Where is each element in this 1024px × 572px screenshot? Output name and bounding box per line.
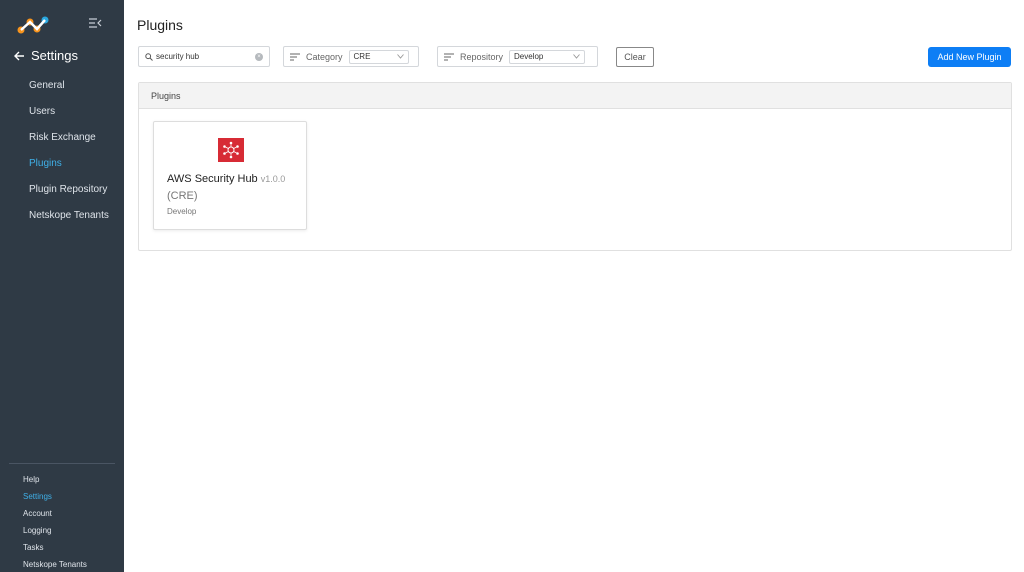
category-value: CRE	[353, 52, 371, 61]
category-select[interactable]: CRE	[348, 49, 409, 64]
sidebar: Settings General Users Risk Exchange Plu…	[0, 0, 124, 572]
clear-search-icon[interactable]: ×	[255, 53, 263, 61]
bottom-item-help[interactable]: Help	[23, 475, 87, 492]
arrow-left-icon	[14, 51, 24, 60]
plugin-name: AWS Security Hub	[167, 173, 258, 185]
sidebar-title: Settings	[31, 48, 78, 63]
bottom-item-netskope-tenants[interactable]: Netskope Tenants	[23, 560, 87, 572]
repository-filter: Repository Develop	[437, 46, 598, 67]
sidebar-item-plugin-repository[interactable]: Plugin Repository	[29, 183, 109, 209]
collapse-menu-icon[interactable]	[88, 17, 102, 29]
sidebar-item-plugins[interactable]: Plugins	[29, 157, 109, 183]
plugin-category: (CRE)	[167, 190, 198, 202]
page-title: Plugins	[137, 17, 183, 33]
bottom-item-logging[interactable]: Logging	[23, 526, 87, 543]
category-label: Category	[306, 51, 343, 62]
clear-filters-button[interactable]: Clear	[616, 47, 654, 67]
repository-label: Repository	[460, 51, 504, 62]
plugin-name-block: AWS Security Hub v1.0.0 (CRE)	[167, 171, 297, 205]
category-filter: Category CRE	[283, 46, 419, 67]
sidebar-item-risk-exchange[interactable]: Risk Exchange	[29, 131, 109, 157]
search-icon	[145, 52, 153, 61]
sidebar-divider	[9, 463, 115, 464]
bottom-item-tasks[interactable]: Tasks	[23, 543, 87, 560]
panel-title: Plugins	[139, 83, 1011, 109]
filter-lines-icon	[290, 53, 300, 60]
search-box[interactable]: ×	[138, 46, 270, 67]
plugin-version: v1.0.0	[260, 174, 286, 184]
sidebar-item-users[interactable]: Users	[29, 105, 109, 131]
search-input[interactable]	[156, 52, 252, 61]
filter-lines-icon	[444, 53, 454, 60]
plugins-panel: Plugins AWS Security Hub v1.0.0 (CRE) De…	[138, 82, 1012, 251]
bottom-item-settings[interactable]: Settings	[23, 492, 87, 509]
chevron-down-icon	[573, 54, 580, 59]
plugin-repository: Develop	[167, 207, 197, 216]
bottom-item-account[interactable]: Account	[23, 509, 87, 526]
repository-select[interactable]: Develop	[509, 49, 586, 64]
netskope-logo-icon	[17, 16, 49, 34]
settings-nav: General Users Risk Exchange Plugins Plug…	[29, 79, 109, 235]
bottom-nav: Help Settings Account Logging Tasks Nets…	[23, 475, 87, 572]
aws-security-hub-icon	[218, 138, 244, 162]
plugin-card[interactable]: AWS Security Hub v1.0.0 (CRE) Develop	[153, 121, 307, 230]
sidebar-item-netskope-tenants[interactable]: Netskope Tenants	[29, 209, 109, 235]
repository-value: Develop	[514, 52, 544, 61]
chevron-down-icon	[396, 54, 404, 59]
sidebar-item-general[interactable]: General	[29, 79, 109, 105]
back-to-settings[interactable]: Settings	[14, 48, 78, 63]
add-new-plugin-button[interactable]: Add New Plugin	[928, 47, 1011, 67]
